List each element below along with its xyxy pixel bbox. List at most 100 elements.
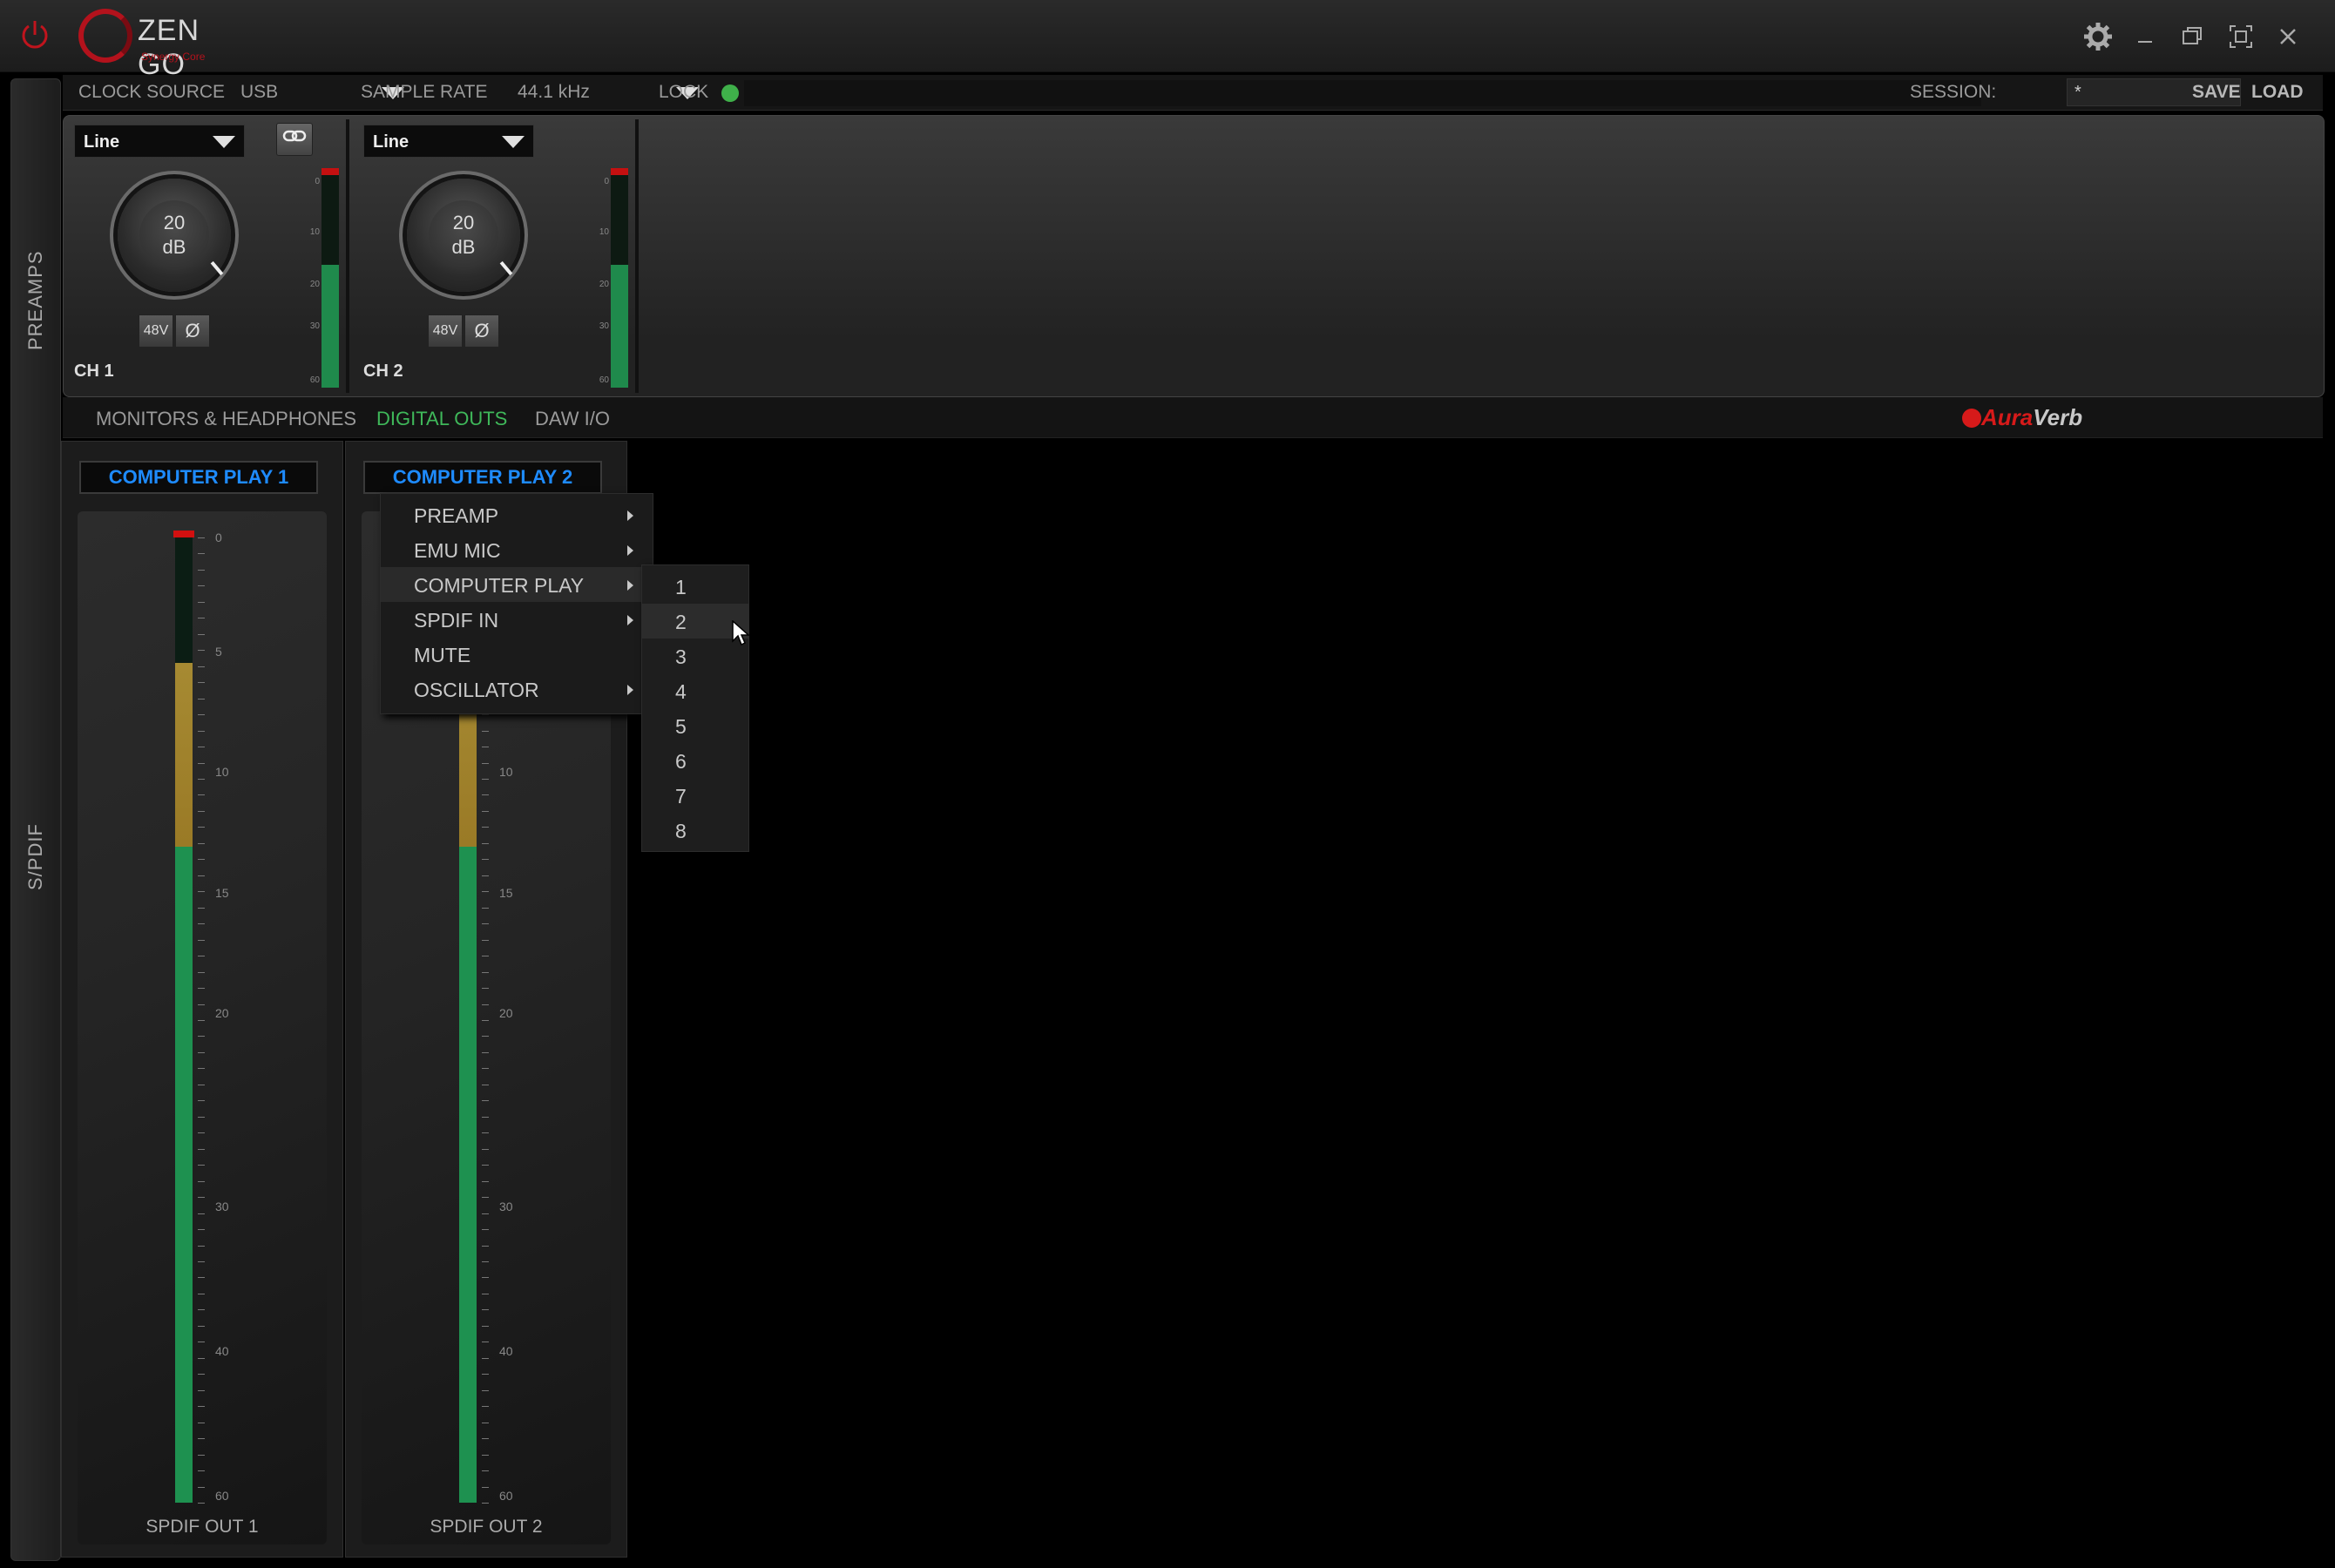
ch1-gain-knob[interactable]: 20 dB [118, 179, 231, 292]
scale-tick [198, 1116, 205, 1118]
out1-name: SPDIF OUT 1 [146, 1517, 259, 1537]
submenu-item-5[interactable]: 5 [642, 708, 748, 743]
scale-label: 0 [604, 177, 609, 186]
scale-label: 0 [315, 177, 320, 186]
scale-tick [198, 971, 205, 973]
scale-tick [198, 939, 205, 941]
link-icon[interactable] [276, 123, 313, 156]
load-button[interactable]: LOAD [2251, 82, 2304, 103]
ch1-input-select[interactable]: Line [74, 125, 245, 158]
scale-tick [198, 827, 205, 828]
gear-icon[interactable] [2081, 19, 2115, 54]
scale-label: 60 [599, 375, 609, 385]
scale-tick [482, 810, 489, 812]
scale-tick [482, 1245, 489, 1247]
scale-tick [482, 794, 489, 796]
ch2-input-select[interactable]: Line [363, 125, 534, 158]
menu-item-emu-mic[interactable]: EMU MIC [381, 532, 653, 567]
scale-tick [198, 1325, 205, 1327]
ch1-phantom-button[interactable]: 48V [139, 314, 173, 348]
submenu-item-label: 2 [675, 611, 687, 633]
out1-source-select[interactable]: COMPUTER PLAY 1 [79, 461, 318, 494]
ch2-gain-value: 20 [452, 212, 475, 233]
menu-item-mute[interactable]: MUTE [381, 637, 653, 672]
submenu-item-label: 1 [675, 576, 687, 598]
ch2-level-meter [611, 168, 628, 388]
scale-tick [198, 1486, 205, 1488]
menu-item-label: PREAMP [414, 504, 499, 527]
scale-tick [198, 730, 205, 732]
scale-tick [482, 1229, 489, 1231]
scale-label: 20 [499, 1006, 513, 1021]
power-icon[interactable] [19, 17, 51, 52]
ch2-gain-knob[interactable]: 20 dB [407, 179, 520, 292]
submenu-arrow-icon [627, 615, 633, 625]
close-icon[interactable] [2271, 19, 2305, 54]
scale-tick [198, 1036, 205, 1037]
scale-tick [198, 1197, 205, 1199]
tab-monitors-headphones[interactable]: MONITORS & HEADPHONES [96, 408, 356, 430]
scale-tick [482, 730, 489, 732]
scale-tick [482, 1165, 489, 1166]
scale-label: 60 [215, 1489, 229, 1504]
scale-tick [198, 875, 205, 876]
scale-label: 10 [599, 227, 609, 237]
settings-bar: CLOCK SOURCE USB SAMPLE RATE 44.1 kHz LO… [63, 75, 2323, 111]
ch2-phantom-button[interactable]: 48V [428, 314, 463, 348]
scale-tick [198, 762, 205, 764]
scale-tick [482, 1503, 489, 1504]
sample-rate-value: 44.1 kHz [518, 82, 590, 102]
submenu-item-6[interactable]: 6 [642, 743, 748, 778]
submenu-item-7[interactable]: 7 [642, 778, 748, 813]
submenu-item-8[interactable]: 8 [642, 813, 748, 848]
scale-label: 0 [215, 531, 222, 544]
scale-tick [198, 1357, 205, 1359]
auraverb-button[interactable]: AuraVerb [1962, 404, 2082, 431]
scale-label: 40 [499, 1344, 513, 1359]
scale-tick [198, 1020, 205, 1021]
scale-tick [198, 779, 205, 780]
ch2-meter-scale: 0 10 20 30 60 [583, 177, 609, 386]
dropdown-arrow-icon [502, 136, 525, 148]
menu-item-spdif-in[interactable]: SPDIF IN [381, 602, 653, 637]
scale-tick [482, 1261, 489, 1262]
scale-tick [198, 666, 205, 667]
minimize-icon[interactable] [2128, 19, 2162, 54]
tab-daw-io[interactable]: DAW I/O [535, 408, 610, 430]
save-button[interactable]: SAVE [2192, 82, 2241, 103]
rail-tab-preamps[interactable]: PREAMPS [11, 250, 60, 410]
tab-digital-outs[interactable]: DIGITAL OUTS [376, 408, 507, 430]
scale-tick [482, 1036, 489, 1037]
scale-tick [198, 1309, 205, 1311]
scale-tick [198, 1389, 205, 1391]
output-tabs: MONITORS & HEADPHONES DIGITAL OUTS DAW I… [63, 397, 2323, 438]
scale-tick [482, 1309, 489, 1311]
rail-tab-spdif[interactable]: S/PDIF [11, 759, 60, 985]
ch2-input-value: Line [373, 132, 409, 152]
scale-tick [198, 633, 205, 635]
scale-label: 30 [309, 321, 320, 331]
submenu-item-label: 3 [675, 645, 687, 668]
menu-item-preamp[interactable]: PREAMP [381, 497, 653, 532]
fullscreen-icon[interactable] [2223, 19, 2258, 54]
submenu-item-4[interactable]: 4 [642, 673, 748, 708]
ch2-phase-button[interactable]: Ø [464, 314, 499, 348]
ch1-gain-unit: dB [162, 236, 186, 258]
scale-tick [198, 1100, 205, 1102]
out2-source-select[interactable]: COMPUTER PLAY 2 [363, 461, 602, 494]
scale-tick [482, 1454, 489, 1456]
restore-icon[interactable] [2175, 19, 2210, 54]
meter-fill [321, 264, 339, 388]
preamp-channel-1: Line 20 dB 48V Ø CH 1 0 10 20 30 60 [64, 116, 351, 396]
scale-tick [482, 891, 489, 893]
scale-tick [198, 1277, 205, 1279]
scale-tick [482, 1116, 489, 1118]
menu-item-oscillator[interactable]: OSCILLATOR [381, 672, 653, 706]
clip-indicator [173, 531, 194, 537]
app-name: ZEN GO [138, 14, 200, 81]
scale-tick [198, 1438, 205, 1440]
scale-tick [482, 842, 489, 844]
ch1-phase-button[interactable]: Ø [175, 314, 210, 348]
menu-item-computer-play[interactable]: COMPUTER PLAY [381, 567, 653, 602]
submenu-item-1[interactable]: 1 [642, 569, 748, 604]
